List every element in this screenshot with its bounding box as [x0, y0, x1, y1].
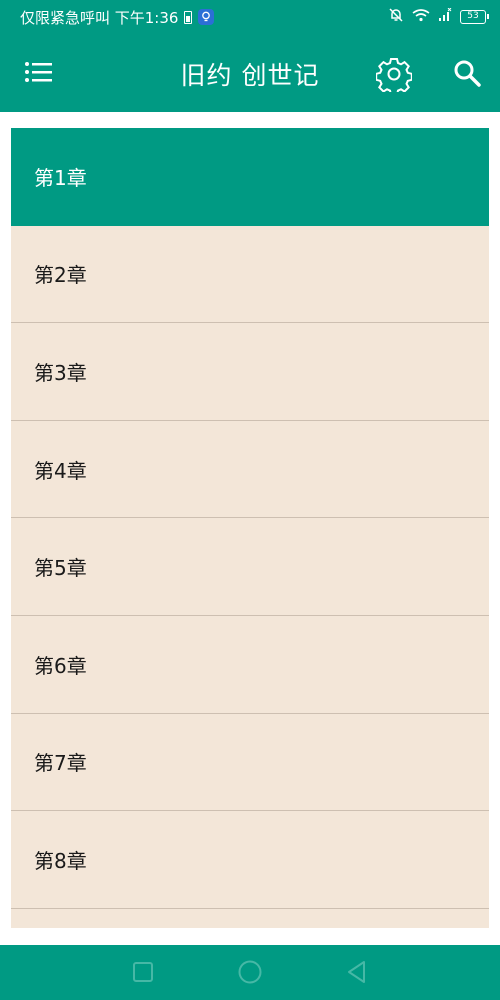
search-icon [454, 60, 481, 87]
settings-button[interactable] [375, 56, 413, 96]
chapter-label: 第2章 [34, 263, 87, 288]
system-nav-bar [0, 945, 500, 1000]
chapter-item-7[interactable]: 第7章 [11, 713, 489, 812]
page-title: 旧约 创世记 [180, 61, 320, 90]
status-left: 仅限紧急呼叫 下午1:36 [20, 7, 215, 28]
chapter-label: 第7章 [34, 751, 87, 776]
circle-icon [238, 960, 262, 984]
gear-icon [375, 58, 413, 96]
chapter-item-8[interactable]: 第8章 [11, 811, 489, 909]
signal-icon [438, 7, 452, 26]
recent-apps-button[interactable] [130, 959, 156, 985]
chapter-label: 第6章 [34, 653, 87, 678]
status-bar: 仅限紧急呼叫 下午1:36 53 [0, 0, 500, 34]
search-button[interactable] [452, 58, 482, 88]
chapter-item-2[interactable]: 第2章 [11, 225, 489, 324]
app-bar: 旧约 创世记 [0, 34, 500, 112]
chapter-label: 第8章 [34, 848, 87, 873]
menu-icon [25, 62, 52, 82]
chapter-item-4[interactable]: 第4章 [11, 420, 489, 519]
chapter-item-9[interactable] [11, 908, 489, 928]
triangle-back-icon [348, 961, 365, 983]
chapter-item-1[interactable]: 第1章 [11, 128, 489, 226]
wifi-icon [412, 8, 430, 26]
chapter-label: 第1章 [34, 166, 87, 191]
status-text: 仅限紧急呼叫 下午1:36 [20, 8, 179, 27]
status-right: 53 [388, 7, 489, 27]
mute-bell-icon [388, 7, 404, 27]
square-icon [133, 962, 153, 982]
battery-saver-icon [184, 10, 193, 24]
chapter-item-5[interactable]: 第5章 [11, 518, 489, 616]
home-button[interactable] [237, 959, 263, 985]
chapter-label: 第3章 [34, 360, 87, 385]
bulb-icon [198, 9, 215, 25]
back-button[interactable] [344, 959, 370, 985]
menu-button[interactable] [24, 59, 54, 87]
chapter-item-6[interactable]: 第6章 [11, 615, 489, 714]
chapter-list[interactable]: 第1章 第2章 第3章 第4章 第5章 第6章 第7章 第8章 [11, 128, 489, 928]
chapter-item-3[interactable]: 第3章 [11, 323, 489, 421]
battery-icon: 53 [460, 10, 489, 24]
chapter-label: 第5章 [34, 556, 87, 581]
chapter-label: 第4章 [34, 458, 87, 483]
